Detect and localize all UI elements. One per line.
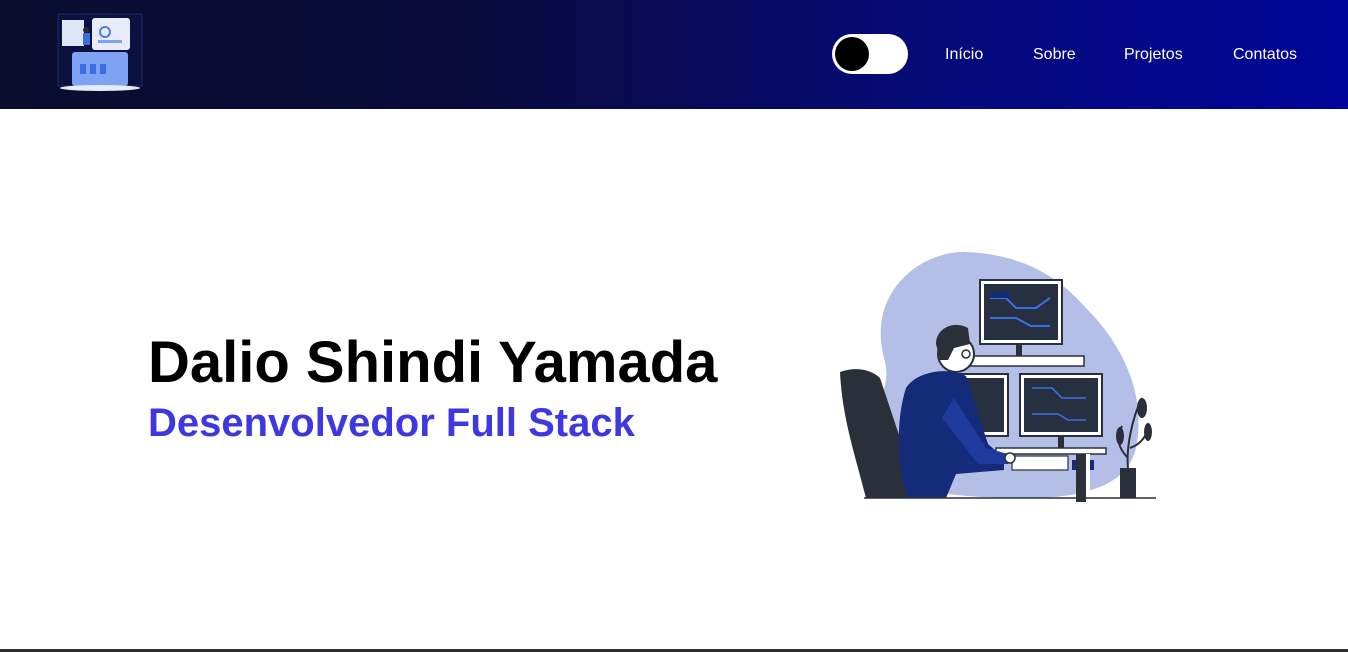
nav-link-inicio[interactable]: Início [945, 44, 983, 66]
main-nav: Início Sobre Projetos Contatos [0, 44, 1348, 66]
hero-role: Desenvolvedor Full Stack [148, 401, 635, 445]
nav-link-contatos[interactable]: Contatos [1233, 44, 1297, 66]
developer-illustration-icon [836, 248, 1158, 502]
nav-link-projetos[interactable]: Projetos [1124, 44, 1183, 66]
hero-name: Dalio Shindi Yamada [148, 330, 718, 395]
nav-link-sobre[interactable]: Sobre [1033, 44, 1076, 66]
top-header: Início Sobre Projetos Contatos [0, 0, 1348, 109]
